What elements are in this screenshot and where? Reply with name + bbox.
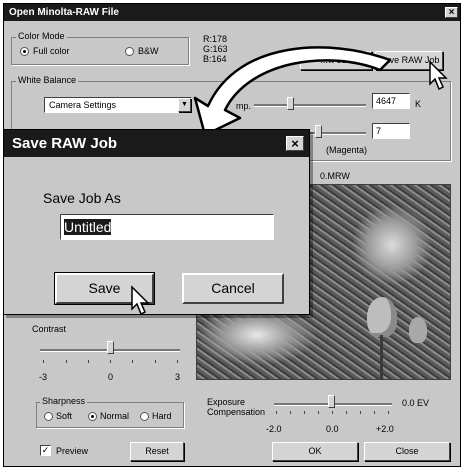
close-icon: × bbox=[291, 136, 299, 151]
save-raw-job-dialog: Save RAW Job × Save Job As Untitled Save… bbox=[3, 129, 310, 315]
arrow-shape bbox=[193, 46, 392, 137]
save-job-as-label: Save Job As bbox=[43, 190, 121, 206]
job-name-input[interactable]: Untitled bbox=[60, 214, 274, 240]
job-name-value: Untitled bbox=[64, 219, 112, 235]
mouse-cursor-icon bbox=[131, 285, 150, 316]
dialog-title: Save RAW Job bbox=[12, 135, 118, 152]
dialog-close-button[interactable]: × bbox=[286, 136, 304, 151]
dialog-cancel-button[interactable]: Cancel bbox=[182, 273, 284, 304]
mouse-cursor-icon bbox=[429, 60, 448, 91]
dialog-titlebar: Save RAW Job × bbox=[4, 130, 309, 157]
